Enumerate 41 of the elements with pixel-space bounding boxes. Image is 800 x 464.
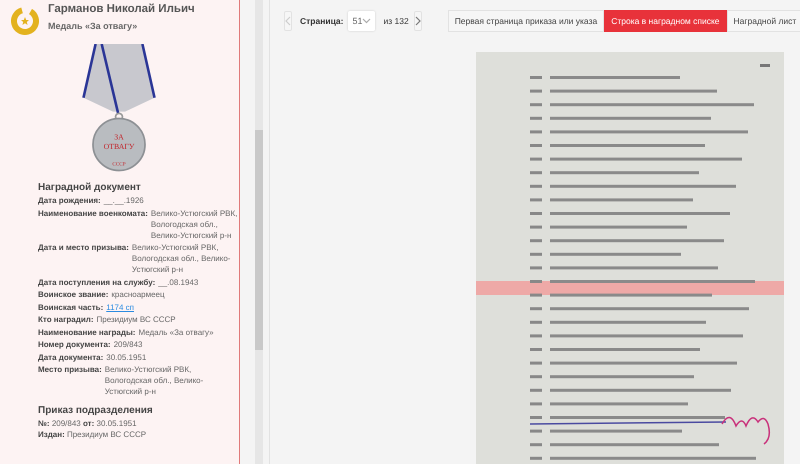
- field-label: Воинская часть:: [38, 302, 104, 312]
- award-name: Медаль «За отвагу»: [48, 21, 138, 31]
- field-value: 30.05.1951: [106, 352, 146, 362]
- star-ring-icon: [10, 6, 40, 36]
- person-name: Гарманов Николай Ильич: [48, 3, 195, 15]
- field-label: Наименование награды:: [38, 326, 136, 338]
- field-label: Наименование военкомата:: [38, 208, 148, 220]
- document-tab[interactable]: Первая страница приказа или указа: [448, 10, 604, 32]
- order-number-field: №: 209/843 от: 30.05.1951: [38, 418, 239, 429]
- next-page-button[interactable]: [414, 11, 422, 31]
- field-value: Медаль «За отвагу»: [138, 328, 214, 336]
- field-value: Велико-Устюгский РВК, Вологодская обл., Велико-Устюгский р-н: [132, 243, 230, 274]
- section-title: Наградной документ: [38, 182, 142, 193]
- scrollbar-thumb[interactable]: [255, 130, 263, 350]
- chevron-down-icon: [362, 18, 372, 24]
- field-label: Дата и место призыва:: [38, 242, 129, 254]
- unit-link[interactable]: 1174 сп: [106, 302, 134, 312]
- field-value: __.08.1943: [158, 278, 198, 286]
- document-tab[interactable]: Наградной лист: [726, 10, 800, 32]
- field-value: Велико-Устюгский РВК, Вологодская обл., Велико-Устюгский р-н: [104, 365, 204, 396]
- field-label: Дата поступления на службу:: [38, 276, 156, 288]
- field-label: Дата документа:: [38, 352, 104, 362]
- field-label: Воинское звание:: [38, 289, 108, 300]
- field-value: 209/843: [114, 340, 142, 349]
- field-value: Президиум ВС СССР: [96, 315, 176, 324]
- field-label: Номер документа:: [38, 339, 111, 350]
- scrollbar[interactable]: [255, 0, 263, 464]
- section-title: Приказ подразделения: [38, 405, 154, 416]
- field-label: Дата рождения:: [38, 195, 101, 206]
- page-label: Страница:: [300, 16, 344, 26]
- field-label: Кто наградил:: [38, 314, 94, 325]
- field-value: Велико-Устюгский РВК, Вологодская обл., Велико-Устюгский р-н: [150, 208, 238, 240]
- field-value: __.__.1926: [104, 196, 144, 205]
- document-tab[interactable]: Строка в наградном списке: [604, 10, 727, 32]
- issued-by-field: Издан: Президиум ВС СССР: [38, 429, 239, 440]
- chevron-left-icon: [285, 16, 291, 26]
- page-select[interactable]: 51: [348, 11, 376, 31]
- chevron-right-icon: [414, 16, 421, 26]
- field-label: Место призыва:: [38, 364, 102, 376]
- field-value: красноармеец: [111, 290, 165, 299]
- page-total: из 132: [383, 16, 409, 26]
